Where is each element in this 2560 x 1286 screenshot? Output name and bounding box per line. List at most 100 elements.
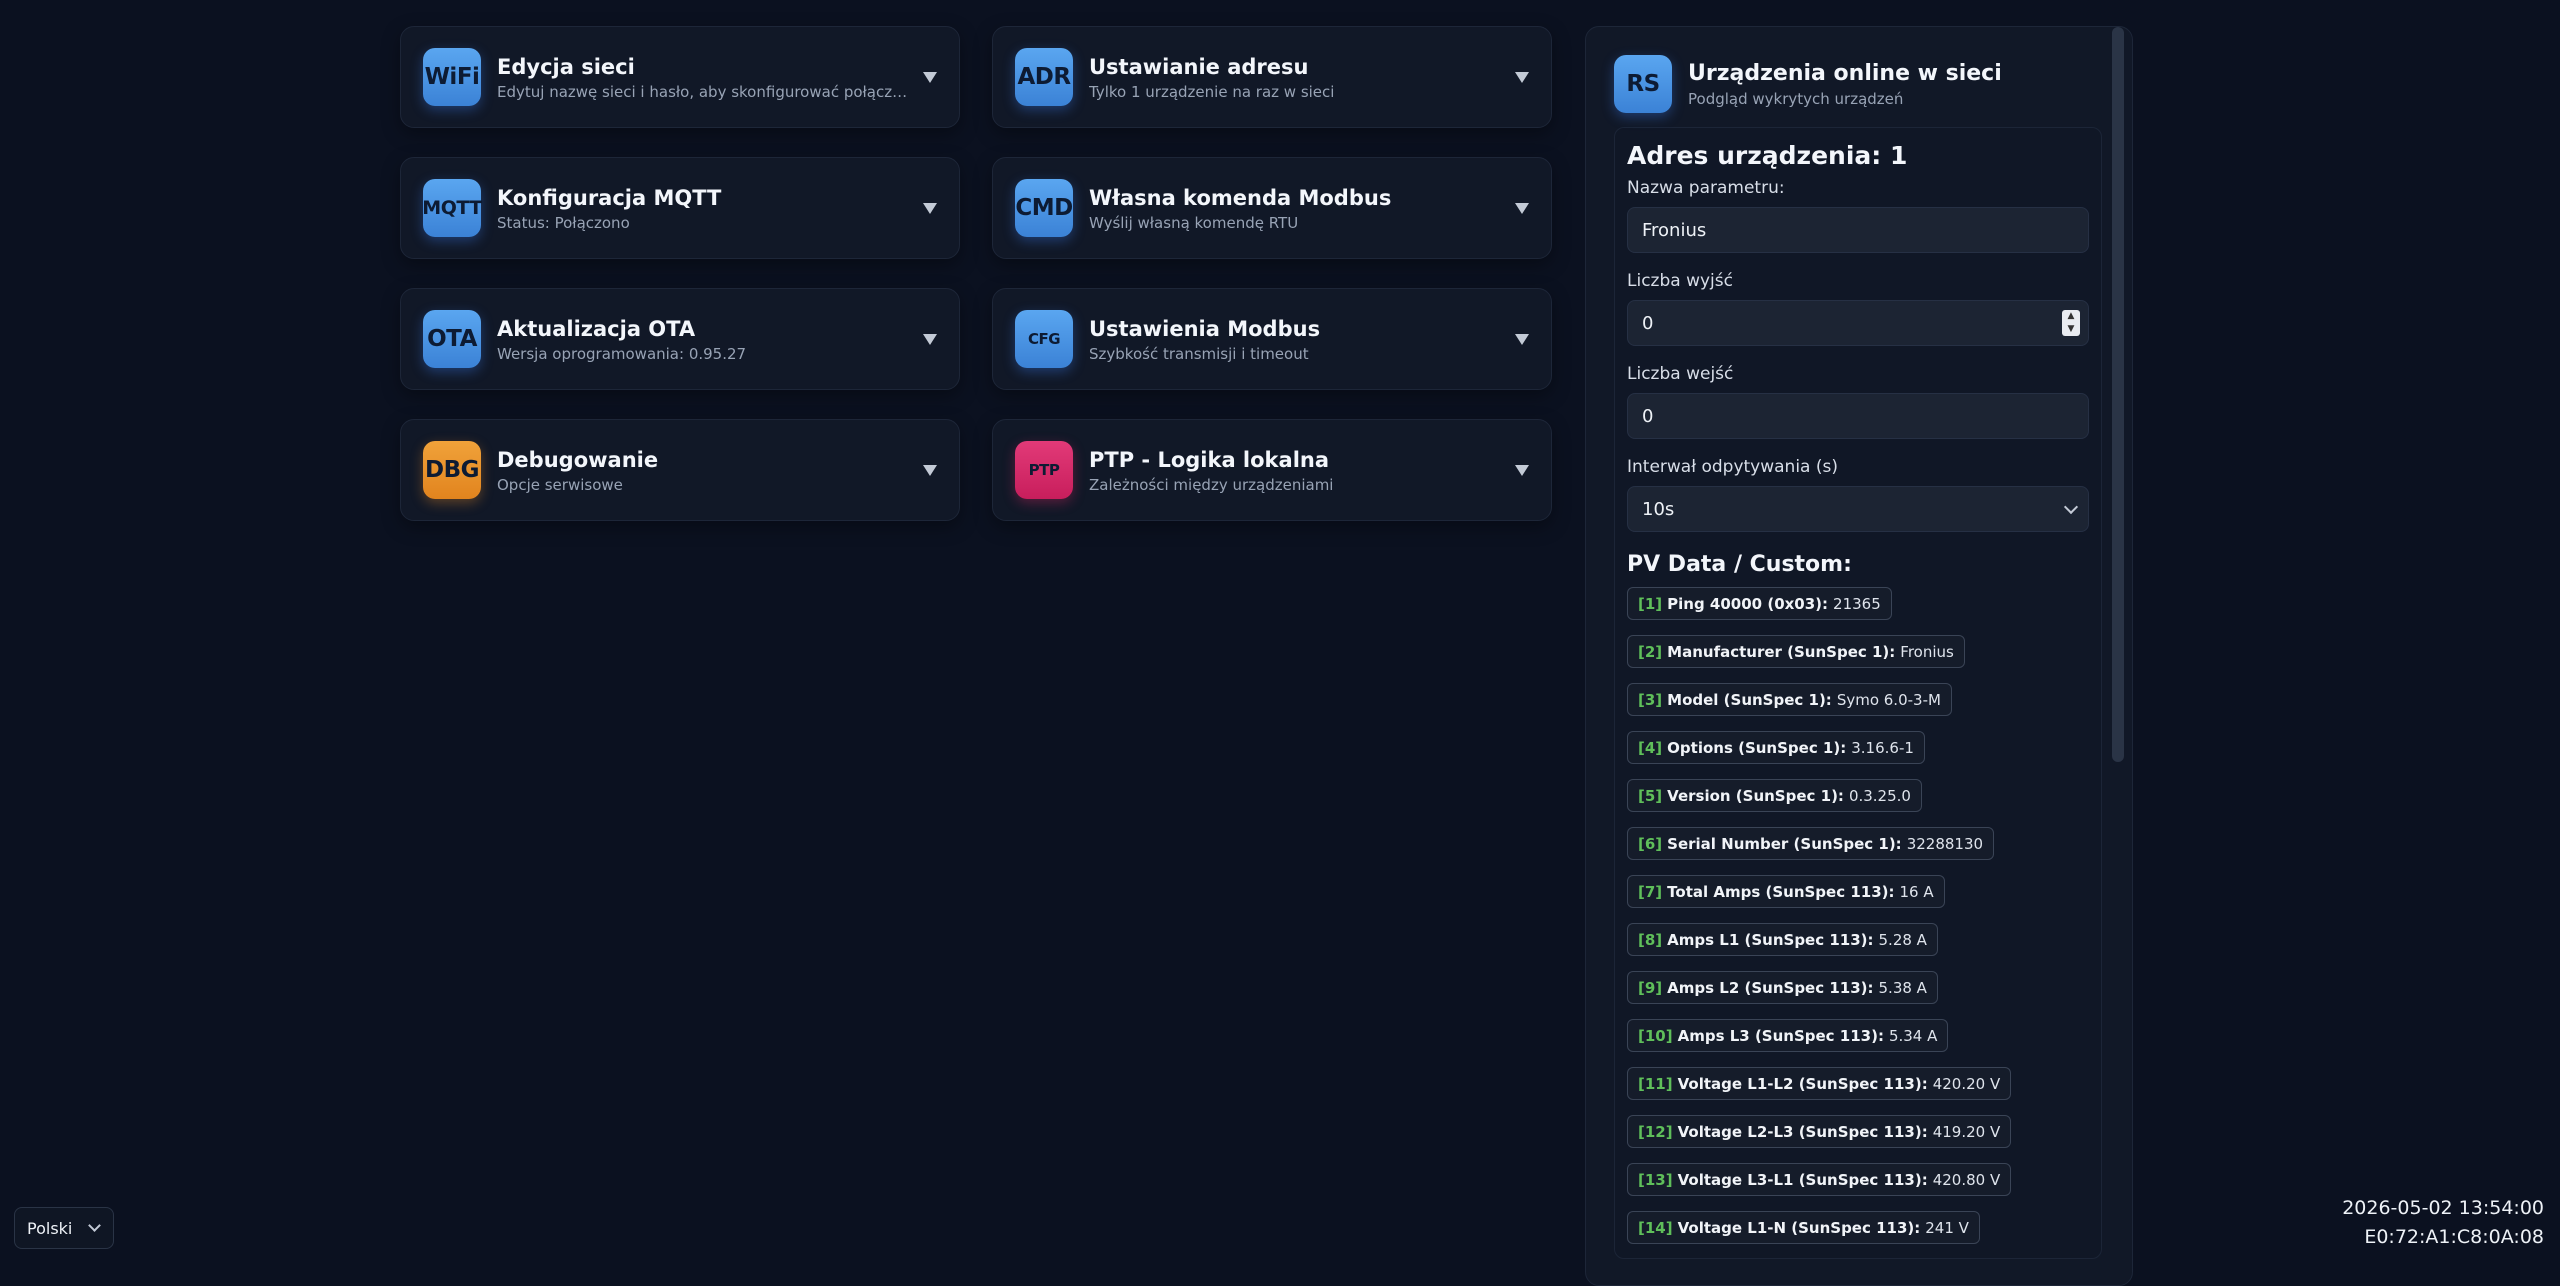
chevron-down-icon — [88, 1219, 101, 1232]
pv-data-item: [1] Ping 40000 (0x03): 21365 — [1627, 587, 1892, 620]
panel-title: Urządzenia online w sieci — [1688, 60, 2002, 86]
card-subtitle: Opcje serwisowe — [497, 475, 623, 494]
pv-data-item: [14] Voltage L1-N (SunSpec 113): 241 V — [1627, 1211, 1980, 1244]
poll-interval-value: 10s — [1642, 498, 1675, 520]
pv-data-item-key: Voltage L1-L2 (SunSpec 113): — [1677, 1074, 1928, 1093]
cmd-badge-icon: CMD — [1015, 179, 1073, 237]
outputs-count-value: 0 — [1642, 312, 1654, 334]
pv-data-item-idx: [10] — [1638, 1026, 1673, 1045]
pv-data-item-key: Voltage L2-L3 (SunSpec 113): — [1677, 1122, 1928, 1141]
mqtt-config-card[interactable]: MQTT Konfiguracja MQTT Status: Połączono — [400, 157, 960, 259]
device-address-title: Adres urządzenia: 1 — [1627, 141, 1908, 170]
card-title: Ustawianie adresu — [1089, 54, 1309, 79]
ota-badge-icon: OTA — [423, 310, 481, 368]
rs-badge-icon: RS — [1614, 55, 1672, 113]
pv-data-item-idx: [12] — [1638, 1122, 1673, 1141]
ota-update-card[interactable]: OTA Aktualizacja OTA Wersja oprogramowan… — [400, 288, 960, 390]
pv-data-item-val: 5.28 A — [1878, 930, 1927, 949]
pv-data-item: [12] Voltage L2-L3 (SunSpec 113): 419.20 V — [1627, 1115, 2012, 1148]
ptp-local-logic-card[interactable]: PTP PTP - Logika lokalna Zależności międ… — [992, 419, 1552, 521]
modbus-settings-card[interactable]: CFG Ustawienia Modbus Szybkość transmisj… — [992, 288, 1552, 390]
inputs-count-input[interactable]: 0 — [1627, 393, 2089, 439]
pv-data-item-idx: [2] — [1638, 642, 1663, 661]
card-title: Własna komenda Modbus — [1089, 185, 1392, 210]
pv-data-list: [1] Ping 40000 (0x03): 21365 [2] Manufacture… — [1627, 587, 2089, 1244]
card-subtitle: Szybkość transmisji i timeout — [1089, 344, 1309, 363]
pv-data-item: [4] Options (SunSpec 1): 3.16.6-1 — [1627, 731, 1925, 764]
wifi-edit-card[interactable]: WiFi Edycja sieci Edytuj nazwę sieci i h… — [400, 26, 960, 128]
caret-down-icon[interactable] — [1515, 333, 1529, 345]
card-subtitle: Tylko 1 urządzenie na raz w sieci — [1089, 82, 1335, 101]
card-title: Edycja sieci — [497, 54, 635, 79]
wifi-badge-icon: WiFi — [423, 48, 481, 106]
poll-interval-label: Interwał odpytywania (s) — [1627, 457, 1838, 477]
pv-data-item-idx: [11] — [1638, 1074, 1673, 1093]
card-subtitle: Status: Połączono — [497, 213, 630, 232]
inputs-count-label: Liczba wejść — [1627, 364, 1734, 384]
pv-data-item-key: Ping 40000 (0x03): — [1667, 594, 1829, 613]
card-subtitle: Zależności między urządzeniami — [1089, 475, 1334, 494]
pv-data-item: [7] Total Amps (SunSpec 113): 16 A — [1627, 875, 1945, 908]
pv-data-item: [3] Model (SunSpec 1): Symo 6.0-3-M — [1627, 683, 1952, 716]
card-title: Konfiguracja MQTT — [497, 185, 722, 210]
card-subtitle: Wersja oprogramowania: 0.95.27 — [497, 344, 747, 363]
pv-data-item-key: Model (SunSpec 1): — [1667, 690, 1832, 709]
panel-header: RS Urządzenia online w sieci Podgląd wyk… — [1614, 55, 2104, 113]
caret-down-icon[interactable] — [923, 71, 937, 83]
pv-data-item-idx: [1] — [1638, 594, 1663, 613]
pv-data-item-val: 0.3.25.0 — [1848, 786, 1911, 805]
pv-data-item-idx: [9] — [1638, 978, 1663, 997]
device-info: 2026-05-02 13:54:00 E0:72:A1:C8:0A:08 — [2342, 1194, 2544, 1252]
outputs-count-input[interactable]: 0 ▲ ▼ — [1627, 300, 2089, 346]
pv-data-item-val: 241 V — [1925, 1218, 1969, 1237]
pv-data-item-val: Fronius — [1900, 642, 1954, 661]
pv-data-item-key: Version (SunSpec 1): — [1667, 786, 1844, 805]
pv-data-item-val: 5.38 A — [1878, 978, 1927, 997]
pv-data-item-val: 3.16.6-1 — [1851, 738, 1914, 757]
settings-column-right: ADR Ustawianie adresu Tylko 1 urządzenie… — [992, 26, 1552, 521]
pv-data-item-val: 420.80 V — [1932, 1170, 2001, 1189]
card-subtitle: Wyślij własną komendę RTU — [1089, 213, 1299, 232]
adr-badge-icon: ADR — [1015, 48, 1073, 106]
pv-data-item: [10] Amps L3 (SunSpec 113): 5.34 A — [1627, 1019, 1949, 1052]
ptp-badge-icon: PTP — [1015, 441, 1073, 499]
pv-data-item: [13] Voltage L3-L1 (SunSpec 113): 420.80 V — [1627, 1163, 2012, 1196]
custom-modbus-command-card[interactable]: CMD Własna komenda Modbus Wyślij własną … — [992, 157, 1552, 259]
poll-interval-select[interactable]: 10s — [1627, 486, 2089, 532]
pv-data-item-idx: [3] — [1638, 690, 1663, 709]
caret-down-icon[interactable] — [923, 464, 937, 476]
cfg-badge-icon: CFG — [1015, 310, 1073, 368]
pv-data-item-val: Symo 6.0-3-M — [1836, 690, 1941, 709]
address-setup-card[interactable]: ADR Ustawianie adresu Tylko 1 urządzenie… — [992, 26, 1552, 128]
caret-down-icon[interactable] — [1515, 464, 1529, 476]
settings-column-left: WiFi Edycja sieci Edytuj nazwę sieci i h… — [400, 26, 960, 521]
pv-data-item-key: Manufacturer (SunSpec 1): — [1667, 642, 1896, 661]
mac-address-text: E0:72:A1:C8:0A:08 — [2364, 1226, 2544, 1248]
debug-card[interactable]: DBG Debugowanie Opcje serwisowe — [400, 419, 960, 521]
pv-data-item-idx: [7] — [1638, 882, 1663, 901]
language-value: Polski — [27, 1218, 73, 1238]
caret-down-icon[interactable] — [1515, 71, 1529, 83]
language-select[interactable]: Polski — [14, 1207, 114, 1249]
online-devices-panel: RS Urządzenia online w sieci Podgląd wyk… — [1585, 26, 2133, 1286]
pv-data-item-val: 419.20 V — [1932, 1122, 2001, 1141]
param-name-input[interactable]: Fronius — [1627, 207, 2089, 253]
card-title: PTP - Logika lokalna — [1089, 447, 1330, 472]
param-name-label: Nazwa parametru: — [1627, 178, 1785, 198]
caret-down-icon[interactable] — [1515, 202, 1529, 214]
pv-data-item-idx: [5] — [1638, 786, 1663, 805]
caret-down-icon[interactable] — [923, 333, 937, 345]
card-title: Aktualizacja OTA — [497, 316, 696, 341]
pv-data-item: [9] Amps L2 (SunSpec 113): 5.38 A — [1627, 971, 1938, 1004]
chevron-down-icon — [2063, 499, 2079, 515]
pv-data-item-key: Voltage L1-N (SunSpec 113): — [1677, 1218, 1921, 1237]
pv-data-item-key: Serial Number (SunSpec 1): — [1667, 834, 1902, 853]
outputs-count-label: Liczba wyjść — [1627, 271, 1733, 291]
pv-data-item-key: Amps L1 (SunSpec 113): — [1667, 930, 1874, 949]
datetime-text: 2026-05-02 13:54:00 — [2342, 1197, 2544, 1219]
caret-down-icon[interactable] — [923, 202, 937, 214]
pv-data-item-val: 420.20 V — [1932, 1074, 2001, 1093]
number-spinner-icon[interactable]: ▲ ▼ — [2062, 310, 2080, 336]
pv-data-item-idx: [13] — [1638, 1170, 1673, 1189]
panel-scrollbar[interactable] — [2112, 27, 2124, 762]
